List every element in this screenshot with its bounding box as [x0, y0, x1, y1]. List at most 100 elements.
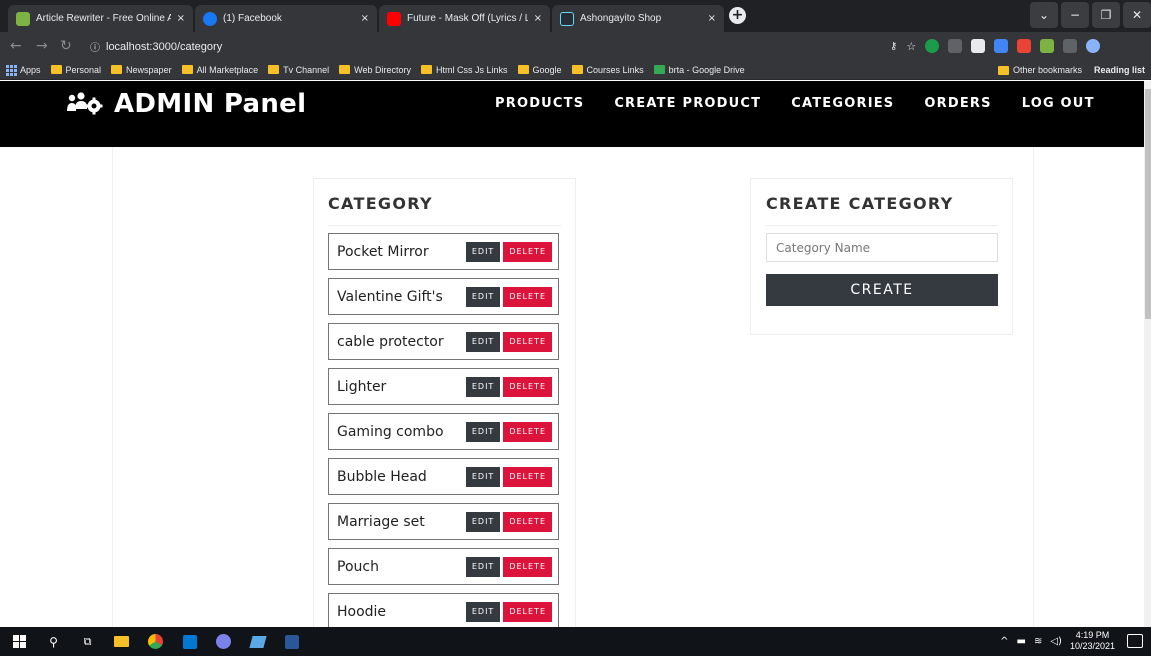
delete-button[interactable]: DELETE	[503, 466, 552, 487]
forward-icon[interactable]: →	[36, 38, 48, 54]
edit-button[interactable]: EDIT	[465, 241, 501, 262]
browser-tab-youtube[interactable]: Future - Mask Off (Lyrics / Lyric V ×	[379, 5, 550, 32]
browser-tabstrip: Article Rewriter - Free Online Arti × (1…	[0, 0, 1151, 32]
vscode-icon[interactable]	[180, 632, 199, 651]
reading-list[interactable]: Reading list	[1094, 65, 1145, 75]
bookmark-tv-channel[interactable]: Tv Channel	[268, 65, 329, 75]
scrollbar-thumb[interactable]	[1145, 89, 1151, 319]
close-icon[interactable]: ×	[534, 13, 542, 24]
nav-products[interactable]: PRODUCTS	[495, 96, 584, 111]
word-icon[interactable]	[282, 632, 301, 651]
delete-button[interactable]: DELETE	[503, 331, 552, 352]
edit-button[interactable]: EDIT	[465, 556, 501, 577]
category-name: Bubble Head	[337, 468, 427, 485]
bookmarks-bar: Apps Personal Newspaper All Marketplace …	[0, 60, 1151, 80]
nav-log-out[interactable]: LOG OUT	[1022, 96, 1095, 111]
info-icon[interactable]: ⓘ	[90, 39, 100, 54]
edit-button[interactable]: EDIT	[465, 601, 501, 622]
edit-button[interactable]: EDIT	[465, 466, 501, 487]
delete-button[interactable]: DELETE	[503, 376, 552, 397]
edit-button[interactable]: EDIT	[465, 286, 501, 307]
nav-create-product[interactable]: CREATE PRODUCT	[614, 96, 761, 111]
tab-title: (1) Facebook	[223, 13, 282, 24]
edit-button[interactable]: EDIT	[465, 511, 501, 532]
chrome-icon[interactable]	[146, 632, 165, 651]
bookmark-apps[interactable]: Apps	[6, 64, 41, 76]
page-scrollbar[interactable]	[1144, 81, 1151, 627]
bookmark-google[interactable]: Google	[517, 65, 562, 75]
task-view-icon[interactable]: ⧉	[78, 632, 97, 651]
chevron-up-icon[interactable]: ^	[1000, 636, 1008, 647]
bookmark-courses-links[interactable]: Courses Links	[571, 65, 644, 75]
users-cog-icon	[67, 92, 103, 115]
create-category-title: CREATE CATEGORY	[766, 194, 997, 226]
edit-button[interactable]: EDIT	[465, 331, 501, 352]
delete-button[interactable]: DELETE	[503, 556, 552, 577]
delete-button[interactable]: DELETE	[503, 286, 552, 307]
nav-categories[interactable]: CATEGORIES	[791, 96, 894, 111]
list-item: Hoodie EDIT DELETE	[328, 593, 559, 627]
bookmark-other[interactable]: Other bookmarks	[997, 65, 1082, 75]
browser-tab-article-rewriter[interactable]: Article Rewriter - Free Online Arti ×	[8, 5, 193, 32]
delete-button[interactable]: DELETE	[503, 511, 552, 532]
reload-icon[interactable]: ↻	[60, 38, 72, 54]
file-explorer-icon[interactable]	[112, 632, 131, 651]
edit-button[interactable]: EDIT	[465, 421, 501, 442]
folder-icon	[181, 65, 193, 74]
browser-tab-facebook[interactable]: (1) Facebook ×	[195, 5, 377, 32]
delete-button[interactable]: DELETE	[503, 421, 552, 442]
tab-title: Future - Mask Off (Lyrics / Lyric V	[407, 13, 528, 24]
notification-icon[interactable]	[1127, 634, 1143, 648]
delete-button[interactable]: DELETE	[503, 241, 552, 262]
main-nav: PRODUCTS CREATE PRODUCT CATEGORIES ORDER…	[495, 96, 1125, 111]
edit-button[interactable]: EDIT	[465, 376, 501, 397]
category-name-input[interactable]	[766, 233, 998, 262]
profile-avatar-icon[interactable]	[1086, 39, 1101, 53]
grammarly-icon[interactable]	[925, 39, 940, 53]
bookmark-html-css-js-links[interactable]: Html Css Js Links	[421, 65, 508, 75]
brand[interactable]: ADMIN Panel	[66, 89, 306, 119]
search-icon[interactable]: ⚲	[44, 632, 63, 651]
delete-button[interactable]: DELETE	[503, 601, 552, 622]
list-item: Gaming combo EDIT DELETE	[328, 413, 559, 450]
address-bar[interactable]: ⓘ localhost:3000/category	[84, 36, 914, 57]
bookmark-newspaper[interactable]: Newspaper	[111, 65, 172, 75]
nav-orders[interactable]: ORDERS	[924, 96, 991, 111]
extension-icon[interactable]	[994, 39, 1009, 53]
puzzle-icon[interactable]	[1063, 39, 1078, 53]
volume-icon[interactable]: ◁)	[1050, 636, 1062, 647]
window-close-icon[interactable]: ✕	[1123, 2, 1151, 28]
extension-icon[interactable]	[1017, 39, 1032, 53]
wifi-icon[interactable]: ≋	[1034, 636, 1042, 647]
new-tab-button[interactable]: +	[729, 7, 746, 24]
close-icon[interactable]: ×	[361, 13, 369, 24]
category-name: cable protector	[337, 333, 444, 350]
bookmark-web-directory[interactable]: Web Directory	[339, 65, 411, 75]
bookmark-brta-drive[interactable]: brta - Google Drive	[653, 65, 745, 75]
folder-icon	[268, 65, 280, 74]
minimize-icon[interactable]: −	[1061, 2, 1089, 28]
close-icon[interactable]: ×	[177, 13, 185, 24]
tab-search-icon[interactable]: ⌄	[1030, 2, 1058, 28]
key-icon[interactable]: ⚷	[890, 41, 897, 52]
bookmark-all-marketplace[interactable]: All Marketplace	[181, 65, 258, 75]
list-item: Pocket Mirror EDIT DELETE	[328, 233, 559, 270]
browser-tab-ashongayito-shop[interactable]: Ashongayito Shop ×	[552, 5, 724, 32]
windows-start-icon[interactable]	[10, 632, 29, 651]
battery-icon[interactable]: ▬	[1017, 636, 1026, 647]
extension-icon[interactable]	[1040, 39, 1055, 53]
extension-icon[interactable]	[971, 39, 986, 53]
extension-icon[interactable]	[948, 39, 963, 53]
star-icon[interactable]: ☆	[906, 40, 916, 53]
create-button[interactable]: CREATE	[766, 274, 998, 306]
admin-header: ADMIN Panel PRODUCTS CREATE PRODUCT CATE…	[0, 81, 1144, 147]
app-icon[interactable]	[214, 632, 233, 651]
bookmark-personal[interactable]: Personal	[50, 65, 101, 75]
app-icon[interactable]	[248, 632, 267, 651]
clock[interactable]: 4:19 PM 10/23/2021	[1070, 630, 1115, 652]
restore-icon[interactable]: ❐	[1092, 2, 1120, 28]
folder-icon	[339, 65, 351, 74]
close-icon[interactable]: ×	[708, 13, 716, 24]
back-icon[interactable]: ←	[10, 38, 22, 54]
folder-icon	[111, 65, 123, 74]
